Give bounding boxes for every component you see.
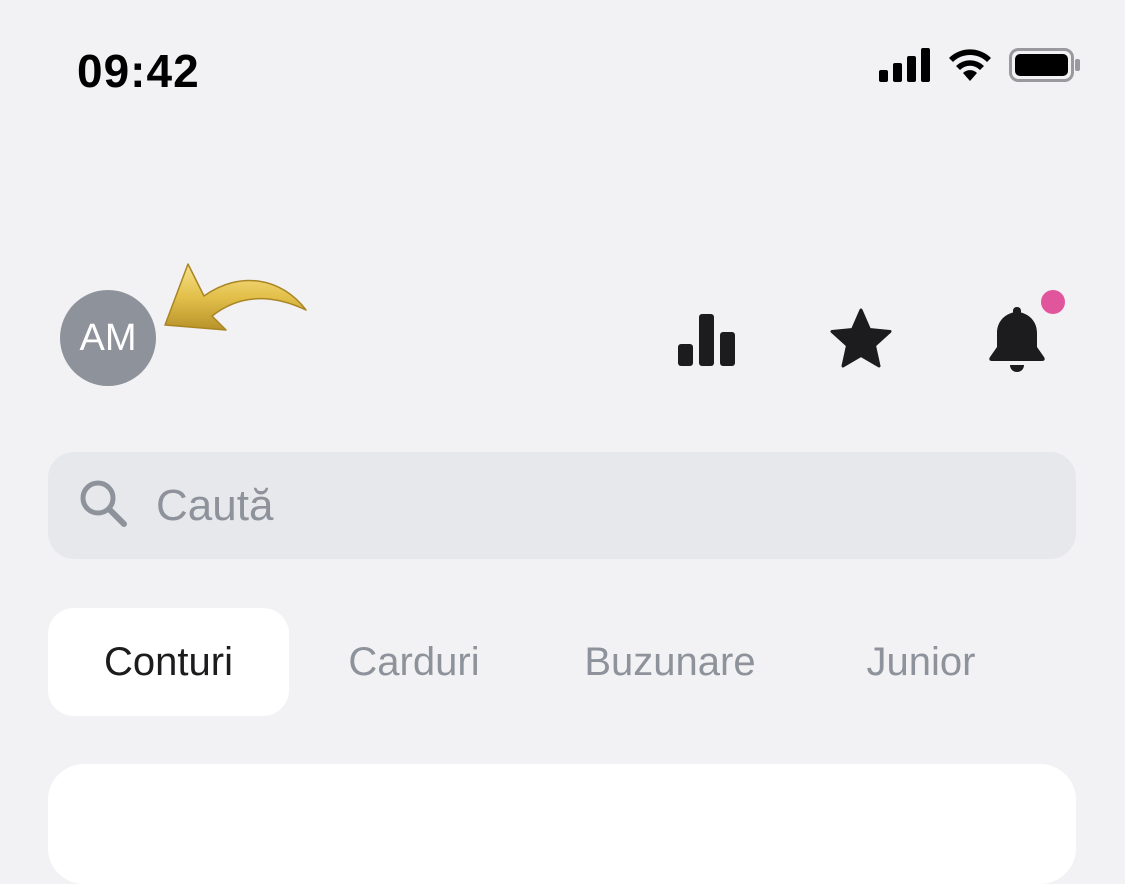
status-time: 09:42 <box>77 45 200 97</box>
search-bar[interactable] <box>48 452 1076 559</box>
tab-buzunare[interactable]: Buzunare <box>558 608 782 716</box>
avatar[interactable]: AM <box>60 290 156 386</box>
status-bar: 09:42 <box>0 0 1125 140</box>
battery-icon <box>1009 48 1081 87</box>
tab-junior[interactable]: Junior <box>838 608 1004 716</box>
curved-arrow-icon <box>160 260 310 340</box>
search-input[interactable] <box>154 479 1008 532</box>
header-row: AM <box>0 260 1125 400</box>
cellular-signal-icon <box>879 48 931 87</box>
notification-badge <box>1041 290 1065 314</box>
bell-icon[interactable] <box>986 304 1048 374</box>
tab-bar: Conturi Carduri Buzunare Junior <box>48 608 1078 716</box>
tab-carduri[interactable]: Carduri <box>314 608 514 716</box>
tab-conturi[interactable]: Conturi <box>48 608 289 716</box>
stats-icon[interactable] <box>676 312 738 368</box>
status-icons <box>879 48 1081 87</box>
search-icon <box>78 478 128 533</box>
star-icon[interactable] <box>828 305 894 371</box>
wifi-icon <box>947 48 993 87</box>
avatar-initials: AM <box>79 316 137 359</box>
account-card[interactable] <box>48 764 1076 884</box>
